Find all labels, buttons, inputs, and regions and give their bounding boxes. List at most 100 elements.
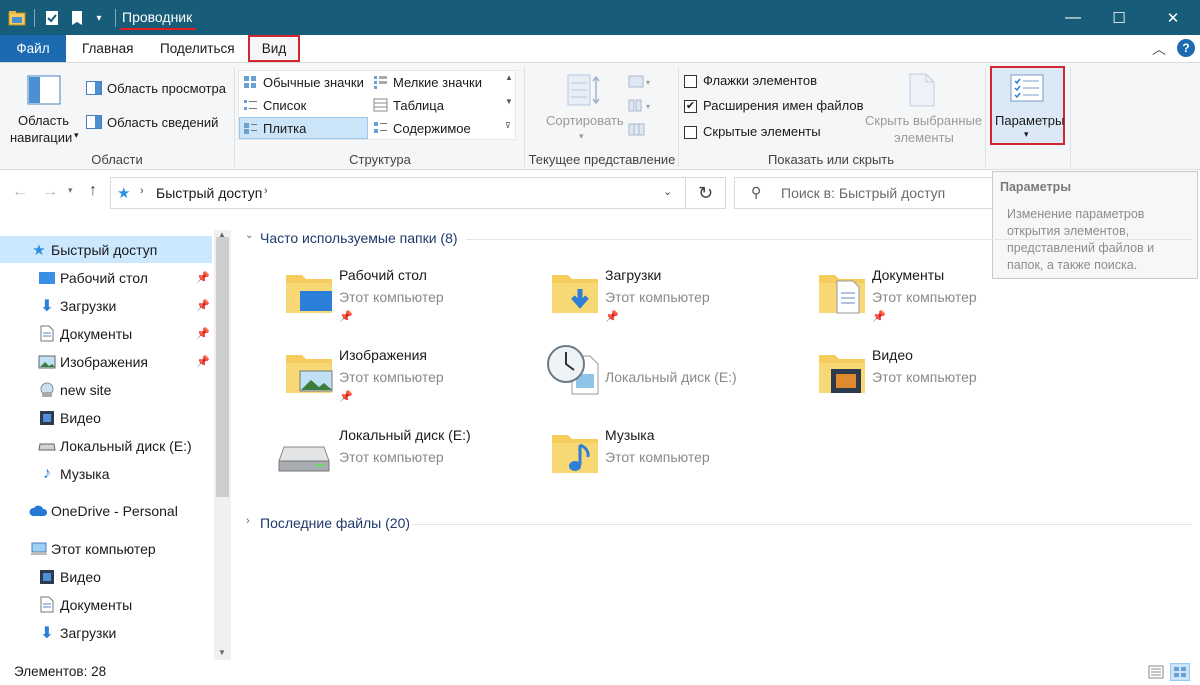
- file-extensions-label[interactable]: Расширения имен файлов: [703, 98, 864, 113]
- network-folder-icon: [38, 381, 56, 399]
- options-icon: [1010, 74, 1044, 102]
- properties-icon[interactable]: [44, 9, 60, 27]
- tab-share[interactable]: Поделиться: [146, 35, 249, 62]
- nav-pane-label-2[interactable]: навигации: [10, 130, 72, 145]
- minimize-button[interactable]: —: [1050, 0, 1096, 35]
- documents-folder-icon: [817, 267, 867, 320]
- file-extensions-checkbox[interactable]: ✔: [684, 100, 697, 113]
- sidebar-item-pc-downloads[interactable]: ⬇ Загрузки: [0, 619, 212, 646]
- nav-pane-chevron-icon[interactable]: ▾: [74, 130, 79, 141]
- breadcrumb-chevron-icon[interactable]: ›: [264, 185, 268, 197]
- forward-arrow-icon[interactable]: →: [42, 183, 58, 201]
- sort-by-chevron-icon[interactable]: ▾: [579, 131, 584, 142]
- breadcrumb-chevron-icon: ›: [140, 185, 144, 197]
- options-label[interactable]: Параметры: [995, 113, 1064, 128]
- pin-icon: 📌: [605, 311, 619, 323]
- quick-access-star-icon: ★: [32, 241, 46, 259]
- customize-qa-chevron-icon[interactable]: ▾: [93, 9, 105, 27]
- hide-selected-label-2[interactable]: элементы: [894, 130, 954, 145]
- tooltip-title: Параметры: [1000, 180, 1071, 194]
- sidebar-item-pictures[interactable]: Изображения 📌: [0, 348, 212, 375]
- tile-videos[interactable]: Видео Этот компьютер: [817, 347, 1057, 407]
- tab-view[interactable]: Вид: [248, 35, 300, 62]
- tile-documents[interactable]: Документы Этот компьютер 📌: [817, 267, 1057, 327]
- layout-table[interactable]: Таблица: [393, 98, 444, 113]
- sidebar-item-new-site[interactable]: new site: [0, 376, 212, 403]
- gallery-scroll-down-icon[interactable]: ▼: [505, 97, 513, 106]
- sidebar-scroll-thumb[interactable]: [216, 237, 229, 497]
- tiles-view-icon[interactable]: [1170, 663, 1190, 681]
- layout-content[interactable]: Содержимое: [393, 121, 471, 136]
- sidebar-item-videos[interactable]: Видео: [0, 404, 212, 431]
- gallery-scroll-up-icon[interactable]: ▲: [505, 73, 513, 82]
- details-pane-button[interactable]: Область сведений: [107, 115, 218, 130]
- desktop-folder-icon: [284, 267, 334, 320]
- group-label-layout: Структура: [349, 152, 411, 167]
- tile-pictures[interactable]: Изображения Этот компьютер 📌: [284, 347, 524, 407]
- options-chevron-icon[interactable]: ▾: [1024, 129, 1029, 140]
- sidebar-item-music[interactable]: ♪ Музыка: [0, 460, 212, 487]
- size-columns-icon[interactable]: [628, 123, 646, 137]
- sidebar-item-documents[interactable]: Документы 📌: [0, 320, 212, 347]
- list-icon: [243, 98, 258, 112]
- sidebar-item-quick-access[interactable]: ★ Быстрый доступ: [0, 236, 212, 263]
- sidebar-item-desktop[interactable]: Рабочий стол 📌: [0, 264, 212, 291]
- close-button[interactable]: ✕: [1150, 0, 1196, 35]
- hidden-items-label[interactable]: Скрытые элементы: [703, 124, 821, 139]
- tile-recent-places[interactable]: Локальный диск (E:): [544, 342, 804, 402]
- section-header-recent[interactable]: Последние файлы (20): [260, 515, 410, 531]
- up-arrow-icon[interactable]: ↑: [89, 182, 97, 200]
- item-checkboxes-checkbox[interactable]: [684, 75, 697, 88]
- tile-local-disk[interactable]: Локальный диск (E:) Этот компьютер: [278, 427, 528, 487]
- sidebar-item-label: Видео: [60, 568, 101, 585]
- preview-pane-button[interactable]: Область просмотра: [107, 81, 226, 96]
- nav-pane-label-1[interactable]: Область: [18, 113, 69, 128]
- gallery-more-icon[interactable]: ⊽: [505, 121, 511, 130]
- title-bar: ▾ Проводник — ☐ ✕: [0, 0, 1200, 35]
- details-view-icon[interactable]: [1148, 665, 1164, 679]
- tile-downloads[interactable]: Загрузки Этот компьютер 📌: [550, 267, 790, 327]
- sidebar-item-local-disk[interactable]: Локальный диск (E:): [0, 432, 212, 459]
- add-columns-icon[interactable]: ▾: [628, 99, 654, 113]
- breadcrumb-quick-access[interactable]: Быстрый доступ: [156, 185, 262, 201]
- sidebar-item-this-pc[interactable]: Этот компьютер: [0, 535, 212, 562]
- layout-small-icons[interactable]: Мелкие значки: [393, 75, 482, 90]
- item-checkboxes-label[interactable]: Флажки элементов: [703, 73, 817, 88]
- tile-location: Локальный диск (E:): [605, 369, 737, 385]
- recent-locations-chevron-icon[interactable]: ▾: [68, 185, 73, 196]
- layout-tiles[interactable]: Плитка: [263, 121, 306, 136]
- tab-file[interactable]: Файл: [0, 35, 66, 62]
- tile-name: Загрузки: [605, 267, 662, 283]
- address-bar[interactable]: ★ › Быстрый доступ › ⌄: [110, 177, 686, 209]
- help-icon[interactable]: ?: [1177, 39, 1195, 57]
- tile-music[interactable]: Музыка Этот компьютер: [550, 427, 790, 487]
- hidden-items-checkbox[interactable]: [684, 126, 697, 139]
- collapse-ribbon-icon[interactable]: ︿: [1152, 39, 1166, 59]
- sidebar-item-pc-documents[interactable]: Документы: [0, 591, 212, 618]
- section-expand-chevron-icon[interactable]: ›: [246, 515, 250, 527]
- address-history-chevron-icon[interactable]: ⌄: [663, 185, 672, 198]
- tile-location: Этот компьютер: [339, 289, 444, 305]
- layout-list[interactable]: Список: [263, 98, 306, 113]
- section-collapse-chevron-icon[interactable]: ⌄: [245, 230, 253, 241]
- sidebar-item-downloads[interactable]: ⬇ Загрузки 📌: [0, 292, 212, 319]
- layout-large-icons[interactable]: Обычные значки: [263, 75, 364, 90]
- hide-selected-label-1[interactable]: Скрыть выбранные: [865, 113, 982, 128]
- sidebar-item-pc-videos[interactable]: Видео: [0, 563, 212, 590]
- group-label-current-view: Текущее представление: [528, 152, 676, 167]
- sort-by-button[interactable]: Сортировать: [546, 113, 624, 128]
- refresh-button[interactable]: ↻: [686, 177, 726, 209]
- new-folder-icon[interactable]: [69, 9, 85, 27]
- group-separator: [524, 67, 525, 167]
- section-header-frequent[interactable]: Часто используемые папки (8): [260, 230, 458, 246]
- sidebar-item-onedrive[interactable]: OneDrive - Personal: [0, 497, 212, 524]
- tab-home[interactable]: Главная: [68, 35, 147, 62]
- tile-desktop[interactable]: Рабочий стол Этот компьютер 📌: [284, 267, 524, 327]
- back-arrow-icon[interactable]: ←: [12, 183, 28, 201]
- group-by-icon[interactable]: ▾: [628, 75, 654, 89]
- tile-name: Рабочий стол: [339, 267, 427, 283]
- search-input[interactable]: ⚲ Поиск в: Быстрый доступ: [734, 177, 994, 209]
- sidebar-item-label: Музыка: [60, 465, 110, 482]
- scroll-down-icon[interactable]: ▼: [218, 648, 226, 657]
- maximize-button[interactable]: ☐: [1096, 0, 1142, 35]
